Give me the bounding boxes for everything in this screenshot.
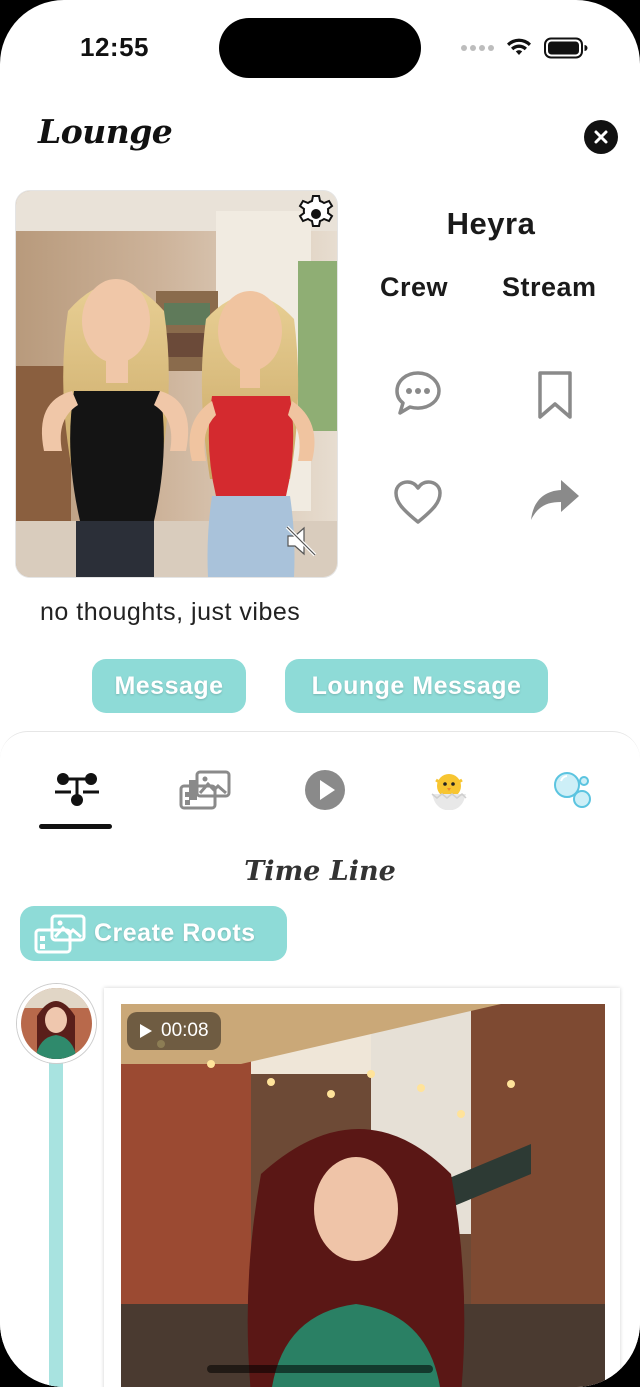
create-roots-label: Create Roots xyxy=(94,919,256,947)
profile-bio: no thoughts, just vibes xyxy=(40,598,301,626)
play-icon xyxy=(305,770,345,810)
video-duration: 00:08 xyxy=(161,1020,209,1041)
profile-video[interactable] xyxy=(16,191,337,577)
post-video-image xyxy=(121,1004,605,1387)
share-icon[interactable] xyxy=(529,478,581,524)
close-button[interactable] xyxy=(584,120,618,154)
bubbles-icon xyxy=(554,772,591,808)
tab-chick[interactable] xyxy=(414,766,484,814)
tab-videos[interactable] xyxy=(290,766,360,814)
post-video[interactable] xyxy=(121,1004,605,1387)
timeline-title: Time Line xyxy=(244,856,396,887)
battery-icon xyxy=(544,37,588,59)
message-button[interactable]: Message xyxy=(92,659,246,713)
create-roots-button[interactable]: Create Roots xyxy=(20,906,287,961)
tab-gallery[interactable] xyxy=(170,766,240,814)
profile-name: Heyra xyxy=(446,206,536,241)
settings-gear-icon[interactable] xyxy=(296,194,336,234)
tab-active-indicator xyxy=(39,824,112,829)
gallery-add-icon xyxy=(34,914,86,953)
cellular-icon xyxy=(461,45,494,51)
tab-bubbles[interactable] xyxy=(538,766,608,814)
bookmark-icon[interactable] xyxy=(535,369,575,421)
comment-icon[interactable] xyxy=(392,368,444,420)
wifi-icon xyxy=(507,38,531,55)
play-small-icon xyxy=(140,1024,152,1038)
tab-timeline[interactable] xyxy=(42,766,112,814)
app-logo: Lounge xyxy=(38,112,173,151)
lounge-message-button[interactable]: Lounge Message xyxy=(285,659,548,713)
status-bar: 12:55 xyxy=(0,0,640,96)
close-icon xyxy=(594,130,608,144)
gallery-icon xyxy=(179,770,231,810)
avatar[interactable] xyxy=(17,984,96,1063)
status-icons xyxy=(461,36,588,60)
video-duration-badge: 00:08 xyxy=(127,1012,221,1050)
home-indicator xyxy=(207,1365,433,1373)
stream-link[interactable]: Stream xyxy=(502,272,597,303)
status-time: 12:55 xyxy=(80,32,149,62)
timeline-line xyxy=(49,1060,63,1387)
profile-video-image xyxy=(16,191,337,577)
mute-icon[interactable] xyxy=(282,522,320,560)
crew-link[interactable]: Crew xyxy=(380,272,448,303)
heart-icon[interactable] xyxy=(392,478,444,526)
app-screen: 12:55 Lounge Heyra Crew Stream no though… xyxy=(0,0,640,1387)
dynamic-island xyxy=(219,18,421,78)
avatar-image xyxy=(21,988,92,1059)
timeline-tree-icon xyxy=(55,773,99,806)
chick-icon xyxy=(431,774,467,810)
